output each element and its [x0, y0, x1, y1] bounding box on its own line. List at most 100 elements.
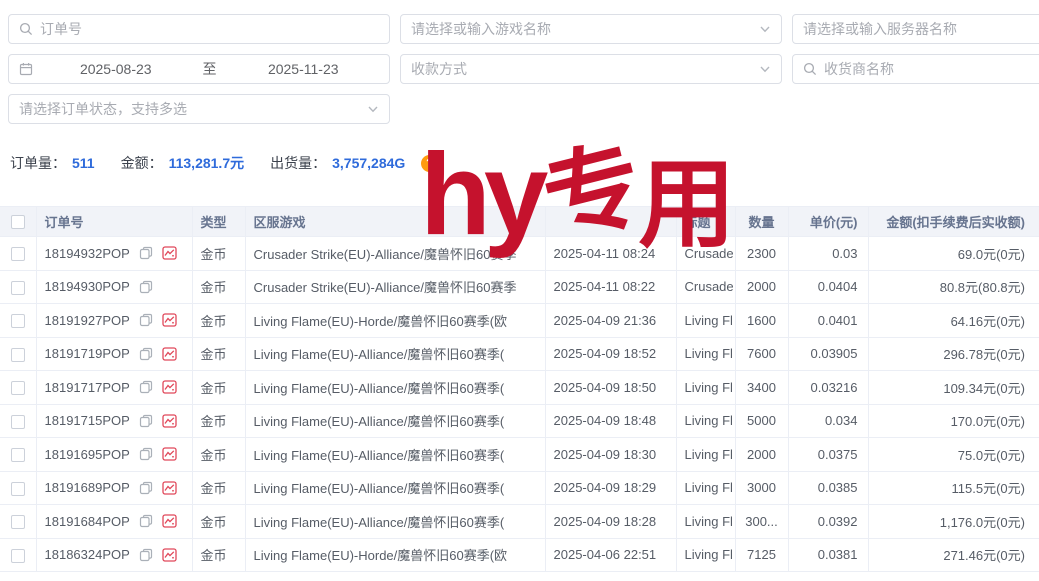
image-icon[interactable] — [162, 548, 177, 562]
table-header-row: 订单号 类型 区服游戏 标题 数量 单价(元) 金额(扣手续费后实收额) — [0, 207, 1039, 237]
order-number: 18186324POP — [45, 547, 130, 562]
amount: 109.34元(0元) — [868, 371, 1039, 405]
game-name-select[interactable] — [400, 14, 782, 44]
row-checkbox[interactable] — [11, 415, 25, 429]
col-quantity: 数量 — [735, 207, 788, 237]
date-end[interactable]: 2025-11-23 — [228, 61, 380, 77]
order-status-input[interactable] — [19, 101, 360, 117]
row-checkbox[interactable] — [11, 348, 25, 362]
amount: 296.78元(0元) — [868, 337, 1039, 371]
copy-icon[interactable] — [139, 280, 153, 294]
quantity: 2300 — [735, 237, 788, 271]
unit-price: 0.0381 — [788, 538, 868, 572]
image-icon[interactable] — [162, 380, 177, 394]
order-number: 18191715POP — [45, 413, 130, 428]
row-checkbox[interactable] — [11, 381, 25, 395]
order-status-select[interactable] — [8, 94, 390, 124]
order-number: 18194930POP — [45, 279, 130, 294]
order-title: Living Fl — [676, 471, 735, 505]
image-icon[interactable] — [162, 514, 177, 528]
amount: 80.8元(80.8元) — [868, 270, 1039, 304]
select-all-checkbox[interactable] — [11, 215, 25, 229]
order-type: 金币 — [192, 371, 245, 405]
quantity: 7125 — [735, 538, 788, 572]
game-server: Living Flame(EU)-Alliance/魔兽怀旧60赛季( — [245, 471, 545, 505]
table-row: 18191689POP 金币 Living Flame(EU)-Alliance… — [0, 471, 1039, 505]
row-checkbox[interactable] — [11, 314, 25, 328]
date-start[interactable]: 2025-08-23 — [40, 61, 192, 77]
image-icon[interactable] — [162, 313, 177, 327]
copy-icon[interactable] — [139, 313, 153, 327]
amount: 271.46元(0元) — [868, 538, 1039, 572]
order-title: Living Fl — [676, 505, 735, 539]
date-range-picker[interactable]: 2025-08-23 至 2025-11-23 — [8, 54, 390, 84]
unit-price: 0.0385 — [788, 471, 868, 505]
amount-value: 113,281.7元 — [169, 153, 245, 173]
image-icon[interactable] — [162, 447, 177, 461]
help-icon[interactable]: ? — [421, 155, 438, 172]
copy-icon[interactable] — [139, 514, 153, 528]
col-game-server: 区服游戏 — [245, 207, 545, 237]
order-type: 金币 — [192, 505, 245, 539]
order-type: 金币 — [192, 304, 245, 338]
copy-icon[interactable] — [139, 481, 153, 495]
table-row: 18191684POP 金币 Living Flame(EU)-Alliance… — [0, 505, 1039, 539]
col-unit-price: 单价(元) — [788, 207, 868, 237]
copy-icon[interactable] — [139, 447, 153, 461]
row-checkbox[interactable] — [11, 247, 25, 261]
merchant-name-search[interactable] — [792, 54, 1039, 84]
quantity: 7600 — [735, 337, 788, 371]
server-name-input[interactable] — [803, 21, 1039, 37]
game-server: Crusader Strike(EU)-Alliance/魔兽怀旧60赛季 — [245, 237, 545, 271]
order-type: 金币 — [192, 438, 245, 472]
game-server: Living Flame(EU)-Alliance/魔兽怀旧60赛季( — [245, 371, 545, 405]
unit-price: 0.03 — [788, 237, 868, 271]
order-type: 金币 — [192, 538, 245, 572]
order-time: 2025-04-09 18:50 — [545, 371, 676, 405]
order-time: 2025-04-09 18:28 — [545, 505, 676, 539]
game-server: Crusader Strike(EU)-Alliance/魔兽怀旧60赛季 — [245, 270, 545, 304]
copy-icon[interactable] — [139, 414, 153, 428]
copy-icon[interactable] — [139, 380, 153, 394]
amount: 69.0元(0元) — [868, 237, 1039, 271]
amount: 115.5元(0元) — [868, 471, 1039, 505]
order-number-search[interactable] — [8, 14, 390, 44]
order-title: Living Fl — [676, 538, 735, 572]
image-icon[interactable] — [162, 481, 177, 495]
amount-label: 金额： — [121, 153, 163, 173]
order-number: 18191689POP — [45, 480, 130, 495]
table-row: 18186324POP 金币 Living Flame(EU)-Horde/魔兽… — [0, 538, 1039, 572]
copy-icon[interactable] — [139, 246, 153, 260]
payment-method-select[interactable] — [400, 54, 782, 84]
row-checkbox[interactable] — [11, 281, 25, 295]
chevron-down-icon[interactable] — [367, 103, 379, 115]
chevron-down-icon[interactable] — [759, 63, 771, 75]
calendar-icon — [19, 62, 33, 76]
merchant-name-input[interactable] — [824, 61, 1039, 77]
chevron-down-icon[interactable] — [759, 23, 771, 35]
game-server: Living Flame(EU)-Alliance/魔兽怀旧60赛季( — [245, 505, 545, 539]
row-checkbox[interactable] — [11, 515, 25, 529]
copy-icon[interactable] — [139, 548, 153, 562]
table-row: 18191717POP 金币 Living Flame(EU)-Alliance… — [0, 371, 1039, 405]
table-row: 18191715POP 金币 Living Flame(EU)-Alliance… — [0, 404, 1039, 438]
game-name-input[interactable] — [411, 21, 752, 37]
unit-price: 0.034 — [788, 404, 868, 438]
quantity: 1600 — [735, 304, 788, 338]
unit-price: 0.03905 — [788, 337, 868, 371]
row-checkbox[interactable] — [11, 448, 25, 462]
image-icon[interactable] — [162, 246, 177, 260]
payment-method-input[interactable] — [411, 61, 752, 77]
image-icon[interactable] — [162, 347, 177, 361]
col-amount: 金额(扣手续费后实收额) — [868, 207, 1039, 237]
row-checkbox[interactable] — [11, 549, 25, 563]
stats-bar: 订单量： 511 金额： 113,281.7元 出货量： 3,757,284G … — [10, 153, 438, 173]
order-title: Living Fl — [676, 304, 735, 338]
order-number-input[interactable] — [40, 21, 379, 37]
row-checkbox[interactable] — [11, 482, 25, 496]
table-row: 18191695POP 金币 Living Flame(EU)-Alliance… — [0, 438, 1039, 472]
copy-icon[interactable] — [139, 347, 153, 361]
image-icon[interactable] — [162, 414, 177, 428]
server-name-select[interactable] — [792, 14, 1039, 44]
shipment-value: 3,757,284G — [332, 155, 405, 171]
